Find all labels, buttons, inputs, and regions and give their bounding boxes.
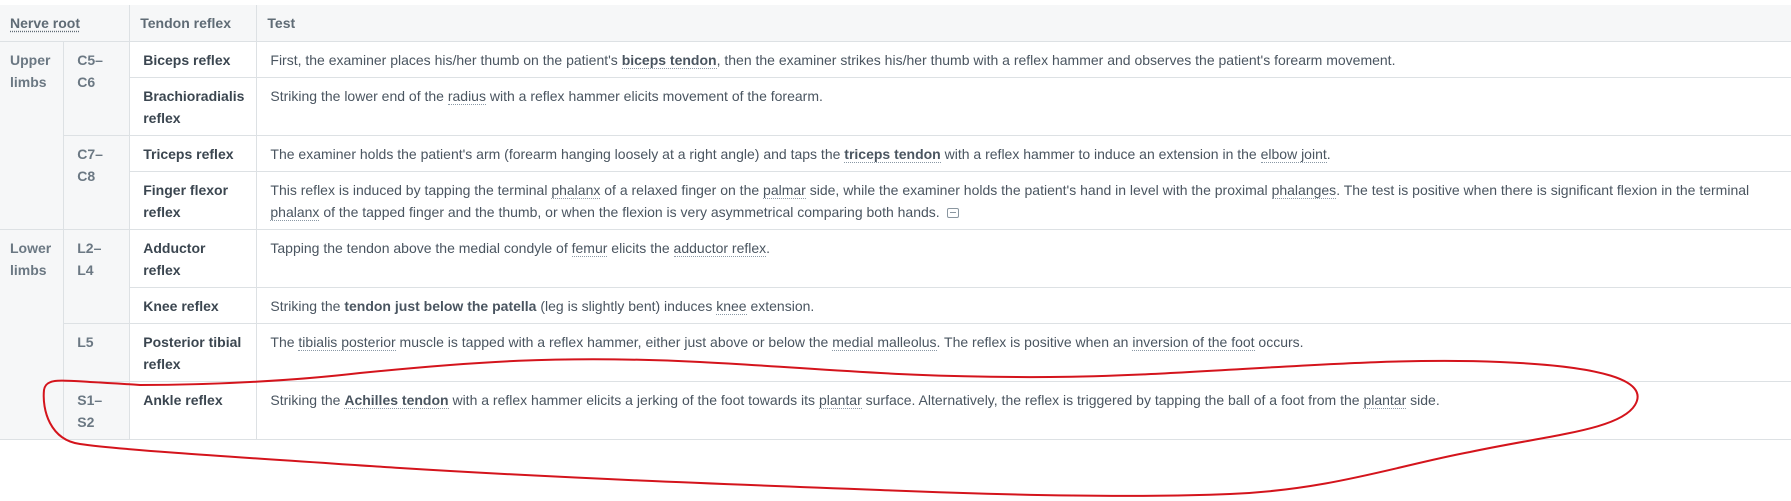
table-row: C7–C8 Triceps reflex The examiner holds … xyxy=(0,135,1791,230)
header-test: Test xyxy=(256,5,1791,42)
reflex-name: Knee reflex xyxy=(129,287,257,324)
text: (leg is slightly bent) induces xyxy=(536,298,717,314)
text: extension. xyxy=(746,298,815,314)
reflex-name: Biceps reflex xyxy=(129,41,257,78)
text: surface. Alternatively, the reflex is tr… xyxy=(861,392,1364,408)
table-row: S1–S2 Ankle reflex Striking the Achilles… xyxy=(0,381,1791,440)
header-nerve-root[interactable]: Nerve root xyxy=(0,5,130,42)
table-row: Brachioradialis reflex Striking the lowe… xyxy=(0,77,1791,136)
test-description: The tibialis posterior muscle is tapped … xyxy=(256,323,1791,382)
text: Striking the lower end of the xyxy=(270,88,448,104)
link-plantar[interactable]: plantar xyxy=(1363,392,1407,409)
link-phalanx[interactable]: phalanx xyxy=(270,204,320,221)
text: occurs. xyxy=(1254,334,1304,350)
text: Tapping the tendon above the medial cond… xyxy=(270,240,572,256)
text: . xyxy=(1326,146,1331,162)
text: side, while the examiner holds the patie… xyxy=(805,182,1272,198)
test-description: First, the examiner places his/her thumb… xyxy=(256,41,1791,78)
text: First, the examiner places his/her thumb… xyxy=(270,52,622,68)
text: of the tapped finger and the thumb, or w… xyxy=(319,204,940,220)
test-description: Striking the Achilles tendon with a refl… xyxy=(256,381,1791,440)
test-description: The examiner holds the patient's arm (fo… xyxy=(256,135,1791,172)
root-c5-c6: C5–C6 xyxy=(63,41,130,136)
link-plantar[interactable]: plantar xyxy=(818,392,862,409)
reflex-name: Brachioradialis reflex xyxy=(129,77,257,136)
table-row: Lower limbs L2–L4 Adductor reflex Tappin… xyxy=(0,229,1791,440)
test-description: Striking the lower end of the radius wit… xyxy=(256,77,1791,136)
text: The xyxy=(270,334,299,350)
text: of a relaxed finger on the xyxy=(600,182,764,198)
text: with a reflex hammer elicits a jerking o… xyxy=(448,392,819,408)
link-phalanges[interactable]: phalanges xyxy=(1271,182,1337,199)
text: , then the examiner strikes his/her thum… xyxy=(716,52,1396,68)
link-femur[interactable]: femur xyxy=(571,240,608,257)
text: Striking the xyxy=(270,298,345,314)
text: The examiner holds the patient's arm (fo… xyxy=(270,146,845,162)
header-row: Nerve root Tendon reflex Test xyxy=(0,5,1791,42)
table-row: Finger flexor reflex This reflex is indu… xyxy=(0,171,1791,230)
text: . The reflex is positive when an xyxy=(936,334,1133,350)
root-l5: L5 xyxy=(63,323,130,382)
link-triceps-tendon[interactable]: triceps tendon xyxy=(844,146,941,163)
reflex-name: Finger flexor reflex xyxy=(129,171,257,230)
link-knee[interactable]: knee xyxy=(716,298,747,315)
header-nerve-root-label[interactable]: Nerve root xyxy=(10,15,80,31)
link-radius[interactable]: radius xyxy=(447,88,486,105)
root-l2-l4: L2–L4 xyxy=(63,229,130,324)
test-description: This reflex is induced by tapping the te… xyxy=(256,171,1791,230)
test-description: Striking the tendon just below the patel… xyxy=(256,287,1791,324)
region-upper-limbs: Upper limbs xyxy=(0,41,64,230)
table-row: L5 Posterior tibial reflex The tibialis … xyxy=(0,323,1791,382)
reflex-table: Nerve root Tendon reflex Test Upper limb… xyxy=(0,5,1791,440)
link-medial-malleolus[interactable]: medial malleolus xyxy=(832,334,937,351)
link-tibialis-posterior[interactable]: tibialis posterior xyxy=(298,334,396,351)
link-elbow-joint[interactable]: elbow joint xyxy=(1260,146,1327,163)
link-achilles-tendon[interactable]: Achilles tendon xyxy=(344,392,449,409)
text: elicits the xyxy=(607,240,674,256)
reflex-name: Adductor reflex xyxy=(129,229,257,288)
emphasis-text: tendon just below the patella xyxy=(344,298,537,314)
root-s1-s2: S1–S2 xyxy=(63,381,130,440)
text: Striking the xyxy=(270,392,345,408)
region-lower-limbs: Lower limbs xyxy=(0,229,64,440)
link-phalanx[interactable]: phalanx xyxy=(551,182,601,199)
header-tendon-reflex: Tendon reflex xyxy=(129,5,257,42)
text: . The test is positive when there is sig… xyxy=(1336,182,1750,198)
table-row: Knee reflex Striking the tendon just bel… xyxy=(0,287,1791,324)
link-palmar[interactable]: palmar xyxy=(763,182,806,199)
link-adductor-reflex[interactable]: adductor reflex xyxy=(673,240,767,257)
link-inversion-of-the-foot[interactable]: inversion of the foot xyxy=(1132,334,1255,351)
reflex-name: Triceps reflex xyxy=(129,135,257,172)
link-biceps-tendon[interactable]: biceps tendon xyxy=(621,52,717,69)
test-description: Tapping the tendon above the medial cond… xyxy=(256,229,1791,288)
root-c7-c8: C7–C8 xyxy=(63,135,130,230)
text: with a reflex hammer elicits movement of… xyxy=(485,88,823,104)
table-row: Upper limbs C5–C6 Biceps reflex First, t… xyxy=(0,41,1791,230)
reflex-name: Ankle reflex xyxy=(129,381,257,440)
text: . xyxy=(766,240,771,256)
text: side. xyxy=(1406,392,1440,408)
text: with a reflex hammer to induce an extens… xyxy=(940,146,1261,162)
text: This reflex is induced by tapping the te… xyxy=(270,182,552,198)
text: muscle is tapped with a reflex hammer, e… xyxy=(395,334,833,350)
note-icon[interactable] xyxy=(946,208,959,219)
reflex-name: Posterior tibial reflex xyxy=(129,323,257,382)
